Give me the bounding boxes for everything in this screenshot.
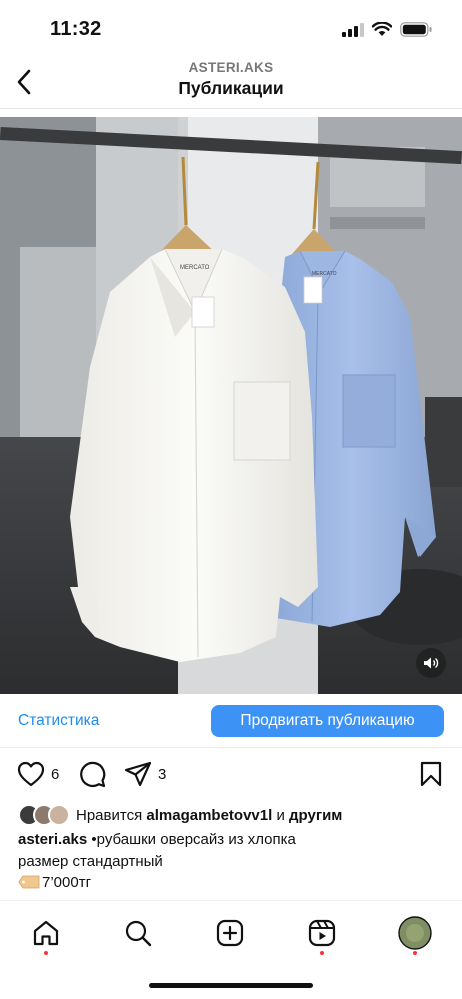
share-icon bbox=[124, 761, 152, 787]
tab-profile[interactable] bbox=[395, 913, 435, 953]
price-tag-icon bbox=[18, 875, 40, 889]
likes-others[interactable]: другим bbox=[289, 807, 342, 824]
statistics-link[interactable]: Статистика bbox=[18, 712, 99, 730]
status-icons bbox=[342, 22, 432, 37]
row-divider bbox=[0, 747, 462, 748]
avatar bbox=[48, 804, 70, 826]
wifi-icon bbox=[372, 22, 392, 36]
hanger-label-2: MERCATO bbox=[312, 271, 337, 277]
profile-notification-dot bbox=[413, 951, 417, 955]
speaker-icon bbox=[424, 657, 439, 669]
heart-icon bbox=[17, 761, 45, 787]
likes-summary[interactable]: Нравится almagambetovv1l и другим bbox=[18, 803, 342, 827]
share-button[interactable]: 3 bbox=[124, 758, 166, 790]
shares-count: 3 bbox=[158, 765, 167, 783]
home-notification-dot bbox=[44, 951, 48, 955]
caption-text: •рубашки оверсайз из хлопка bbox=[91, 831, 296, 848]
battery-icon bbox=[400, 22, 432, 37]
hanger-label: MERCATO bbox=[180, 265, 210, 271]
caption-price: 7’000тг bbox=[42, 874, 92, 891]
shirts-photo: MERCATO MERCATO bbox=[0, 117, 462, 694]
actions-row: 6 3 bbox=[0, 758, 462, 794]
tab-create[interactable] bbox=[210, 913, 250, 953]
mute-button[interactable] bbox=[416, 648, 446, 678]
caption-line-2: размер стандартный bbox=[18, 852, 163, 870]
comment-button[interactable] bbox=[78, 758, 106, 790]
reels-notification-dot bbox=[320, 951, 324, 955]
cellular-signal-icon bbox=[342, 22, 364, 37]
promote-post-button[interactable]: Продвигать публикацию bbox=[211, 705, 444, 737]
search-icon bbox=[125, 920, 152, 947]
header: ASTERI.AKS Публикации bbox=[0, 56, 462, 108]
status-time: 11:32 bbox=[50, 18, 102, 40]
header-divider bbox=[0, 108, 462, 109]
create-icon bbox=[216, 919, 244, 947]
comment-icon bbox=[80, 761, 106, 788]
caption-author[interactable]: asteri.aks bbox=[18, 831, 87, 848]
tab-search[interactable] bbox=[118, 913, 158, 953]
tab-home[interactable] bbox=[26, 913, 66, 953]
liker-avatars bbox=[18, 804, 72, 826]
save-button[interactable] bbox=[420, 758, 442, 790]
likes-prefix: Нравится bbox=[76, 806, 143, 824]
liker-username[interactable]: almagambetovv1l bbox=[146, 807, 272, 824]
profile-avatar bbox=[398, 916, 432, 950]
insights-row: Статистика Продвигать публикацию bbox=[0, 700, 462, 742]
post-image[interactable]: MERCATO MERCATO bbox=[0, 117, 462, 694]
likes-count: 6 bbox=[51, 765, 60, 783]
header-username: ASTERI.AKS bbox=[188, 60, 274, 75]
home-indicator bbox=[149, 983, 313, 988]
tab-reels[interactable] bbox=[302, 913, 342, 953]
status-bar: 11:32 bbox=[0, 0, 462, 56]
likes-text: Нравится almagambetovv1l и другим bbox=[76, 807, 342, 824]
home-icon bbox=[33, 920, 59, 946]
likes-conjunction: и bbox=[276, 806, 285, 824]
bookmark-icon bbox=[420, 761, 442, 787]
like-button[interactable]: 6 bbox=[17, 758, 59, 790]
page-title: Публикации bbox=[178, 78, 284, 98]
reels-icon bbox=[308, 919, 336, 947]
post-caption: asteri.aks •рубашки оверсайз из хлопка р… bbox=[18, 829, 448, 894]
